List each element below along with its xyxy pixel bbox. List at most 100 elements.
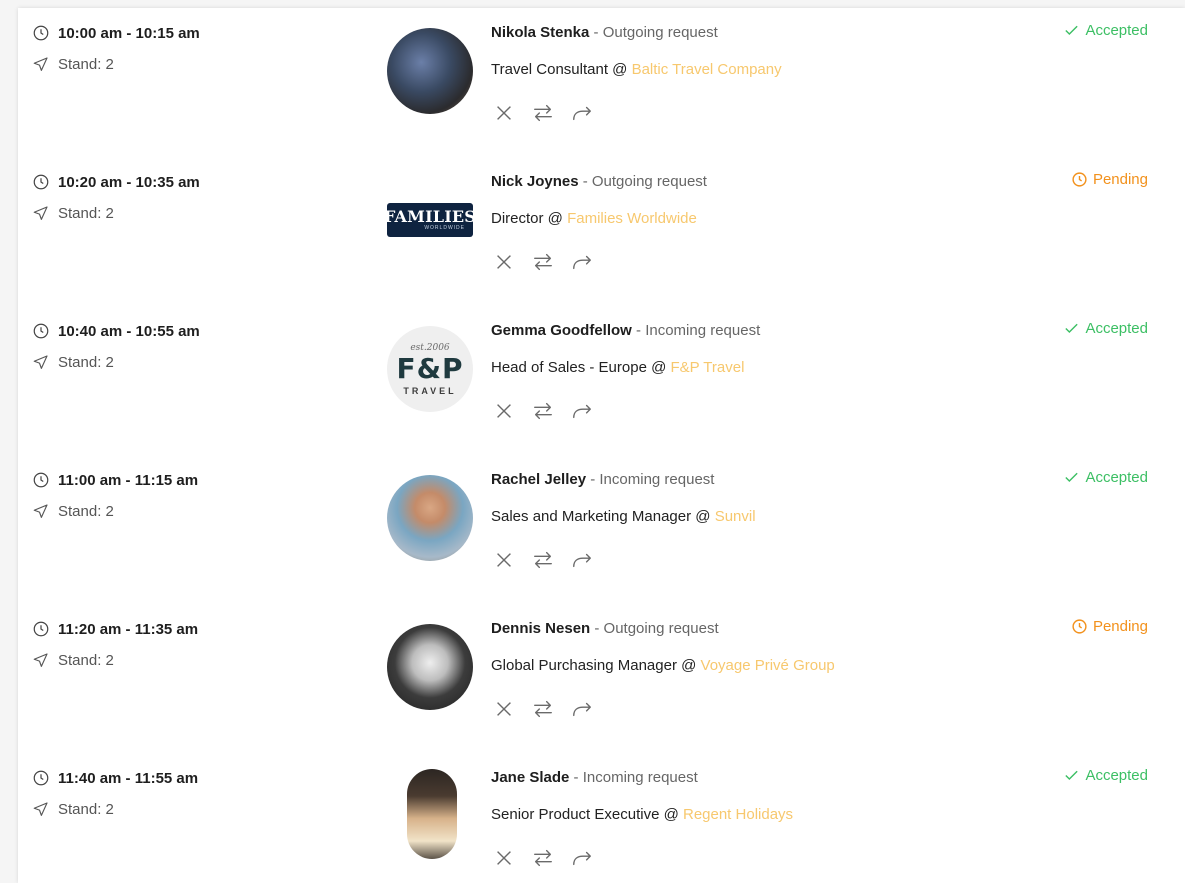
company-link[interactable]: F&P Travel [671, 359, 745, 376]
role-line: Travel Consultant @ Baltic Travel Compan… [491, 61, 782, 78]
forward-button[interactable] [571, 251, 593, 273]
meeting-row: 10:00 am - 10:15 am Stand: 2 Nikola Sten… [18, 8, 1185, 157]
meeting-location: Stand: 2 [32, 353, 114, 371]
location-arrow-icon [32, 502, 50, 520]
clock-icon [1071, 171, 1088, 188]
contact-line: Gemma Goodfellow - Incoming request [491, 322, 760, 339]
reschedule-button[interactable] [532, 847, 554, 869]
status-text: Accepted [1085, 767, 1148, 784]
job-title: Head of Sales - Europe @ [491, 359, 671, 376]
forward-button[interactable] [571, 400, 593, 422]
avatar [387, 624, 473, 710]
forward-button[interactable] [571, 549, 593, 571]
logo-subtext: TRAVEL [403, 385, 457, 396]
clock-icon [32, 24, 50, 42]
stand-text: Stand: 2 [58, 502, 114, 520]
meeting-row: 11:40 am - 11:55 am Stand: 2 Jane Slade … [18, 753, 1185, 883]
role-line: Sales and Marketing Manager @ Sunvil [491, 508, 756, 525]
meeting-location: Stand: 2 [32, 502, 114, 520]
decline-button[interactable] [493, 698, 515, 720]
stand-text: Stand: 2 [58, 204, 114, 222]
meetings-list: 10:00 am - 10:15 am Stand: 2 Nikola Sten… [18, 8, 1185, 883]
role-line: Senior Product Executive @ Regent Holida… [491, 806, 793, 823]
meeting-actions [493, 549, 610, 571]
reschedule-button[interactable] [532, 251, 554, 273]
location-arrow-icon [32, 651, 50, 669]
logo-text: F&P [396, 351, 464, 385]
decline-button[interactable] [493, 847, 515, 869]
meeting-row: 10:20 am - 10:35 am Stand: 2 FAMILIES WO… [18, 157, 1185, 306]
status-badge: Pending [1071, 618, 1148, 635]
forward-button[interactable] [571, 102, 593, 124]
status-badge: Accepted [1063, 469, 1148, 486]
location-arrow-icon [32, 353, 50, 371]
meeting-location: Stand: 2 [32, 55, 114, 73]
contact-line: Nick Joynes - Outgoing request [491, 173, 707, 190]
contact-name[interactable]: Rachel Jelley [491, 471, 586, 488]
meeting-actions [493, 102, 610, 124]
company-logo: FAMILIES WORLDWIDE [387, 177, 473, 263]
decline-button[interactable] [493, 400, 515, 422]
meeting-row: 11:00 am - 11:15 am Stand: 2 Rachel Jell… [18, 455, 1185, 604]
meeting-time: 11:00 am - 11:15 am [32, 471, 198, 489]
check-icon [1063, 767, 1080, 784]
meeting-time: 11:40 am - 11:55 am [32, 769, 198, 787]
reschedule-button[interactable] [532, 400, 554, 422]
contact-name[interactable]: Gemma Goodfellow [491, 322, 632, 339]
contact-name[interactable]: Jane Slade [491, 769, 569, 786]
request-type: - Incoming request [569, 769, 698, 786]
contact-name[interactable]: Nick Joynes [491, 173, 579, 190]
clock-icon [32, 173, 50, 191]
contact-line: Rachel Jelley - Incoming request [491, 471, 714, 488]
forward-button[interactable] [571, 698, 593, 720]
status-text: Accepted [1085, 469, 1148, 486]
status-badge: Accepted [1063, 767, 1148, 784]
request-type: - Incoming request [586, 471, 715, 488]
logo-subtext: WORLDWIDE [424, 225, 465, 231]
clock-icon [32, 471, 50, 489]
check-icon [1063, 320, 1080, 337]
stand-text: Stand: 2 [58, 651, 114, 669]
meeting-time-text: 11:40 am - 11:55 am [58, 769, 199, 787]
meeting-row: 10:40 am - 10:55 am Stand: 2 est.2006 F&… [18, 306, 1185, 455]
request-type: - Incoming request [631, 322, 761, 339]
company-link[interactable]: Families Worldwide [567, 210, 697, 227]
decline-button[interactable] [493, 102, 515, 124]
status-badge: Accepted [1063, 320, 1148, 337]
meeting-time-text: 10:40 am - 10:55 am [58, 322, 200, 340]
reschedule-button[interactable] [532, 698, 554, 720]
request-type: - Outgoing request [590, 620, 719, 637]
job-title: Senior Product Executive @ [491, 806, 683, 823]
check-icon [1063, 22, 1080, 39]
status-text: Pending [1092, 618, 1148, 635]
families-worldwide-logo: FAMILIES WORLDWIDE [387, 203, 473, 237]
meeting-time: 10:40 am - 10:55 am [32, 322, 200, 340]
company-link[interactable]: Regent Holidays [683, 806, 793, 823]
decline-button[interactable] [493, 251, 515, 273]
meeting-time-text: 10:20 am - 10:35 am [58, 173, 200, 191]
clock-icon [32, 620, 50, 638]
status-text: Accepted [1085, 22, 1148, 39]
status-badge: Pending [1071, 171, 1148, 188]
decline-button[interactable] [493, 549, 515, 571]
meeting-time: 11:20 am - 11:35 am [32, 620, 198, 638]
meeting-actions [493, 400, 610, 422]
stand-text: Stand: 2 [58, 800, 114, 818]
status-text: Pending [1092, 171, 1148, 188]
contact-name[interactable]: Nikola Stenka [491, 24, 589, 41]
role-line: Head of Sales - Europe @ F&P Travel [491, 359, 744, 376]
company-link[interactable]: Baltic Travel Company [632, 61, 782, 78]
status-badge: Accepted [1063, 22, 1148, 39]
forward-button[interactable] [571, 847, 593, 869]
meeting-time-text: 10:00 am - 10:15 am [58, 24, 200, 42]
job-title: Director @ [491, 210, 568, 227]
contact-name[interactable]: Dennis Nesen [491, 620, 590, 637]
company-link[interactable]: Voyage Privé Group [701, 657, 835, 674]
reschedule-button[interactable] [532, 102, 554, 124]
logo-text: FAMILIES [387, 207, 473, 226]
contact-line: Nikola Stenka - Outgoing request [491, 24, 718, 41]
company-link[interactable]: Sunvil [715, 508, 756, 525]
role-line: Global Purchasing Manager @ Voyage Privé… [491, 657, 835, 674]
reschedule-button[interactable] [532, 549, 554, 571]
avatar [407, 769, 457, 859]
